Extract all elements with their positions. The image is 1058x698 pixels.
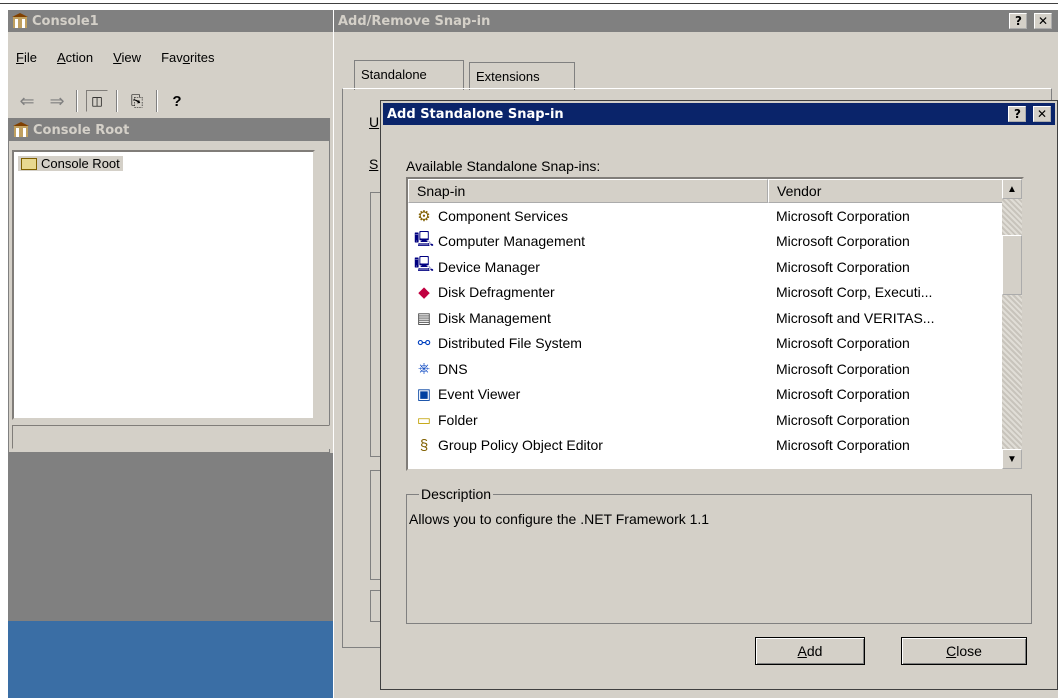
list-item[interactable]: 🖳 Device Manager Microsoft Corporation bbox=[408, 254, 1022, 280]
list-item[interactable]: ⎈ DNS Microsoft Corporation bbox=[408, 356, 1022, 382]
group-policy-icon: § bbox=[419, 436, 429, 454]
folder-icon: ▭ bbox=[416, 411, 432, 429]
snapin-name: Disk Management bbox=[438, 309, 551, 326]
list-item[interactable]: ◆ Disk Defragmenter Microsoft Corp, Execut… bbox=[408, 280, 1022, 306]
dfs-icon: ⚯ bbox=[417, 335, 431, 353]
console-status-bar bbox=[12, 425, 330, 449]
mmc-icon bbox=[12, 13, 28, 29]
console-client-area bbox=[8, 453, 338, 621]
tree-item-console-root[interactable]: Console Root bbox=[18, 156, 123, 171]
scroll-up-icon[interactable]: ▲ bbox=[1002, 179, 1022, 199]
snapin-vendor: Microsoft Corp, Executi... bbox=[776, 284, 933, 301]
list-item[interactable]: ⚯ Distributed File System Microsoft Corpor… bbox=[408, 331, 1022, 357]
list-item[interactable]: § Group Policy Object Editor Microsoft Cor… bbox=[408, 433, 1022, 459]
help-icon[interactable]: ? bbox=[166, 90, 188, 112]
menu-action[interactable]: Action bbox=[57, 50, 93, 65]
snapin-name: Computer Management bbox=[438, 233, 586, 250]
list-item[interactable]: ▤ Disk Management Microsoft and VERITAS... bbox=[408, 305, 1022, 331]
toolbar-separator bbox=[156, 90, 158, 112]
console-title: Console1 bbox=[32, 13, 99, 29]
snapin-vendor: Microsoft Corporation bbox=[776, 386, 910, 403]
toolbar-separator bbox=[76, 90, 78, 112]
snapin-name: Disk Defragmenter bbox=[438, 284, 555, 301]
tab-extensions[interactable]: Extensions bbox=[469, 62, 575, 90]
snapin-name: Folder bbox=[438, 411, 478, 428]
device-manager-icon: 🖳 bbox=[414, 256, 435, 274]
menu-favorites[interactable]: Favorites bbox=[161, 50, 214, 65]
console-title-bar[interactable]: Console1 bbox=[8, 10, 338, 32]
description-text: Allows you to configure the .NET Framewo… bbox=[409, 511, 710, 527]
console-root-title-bar[interactable]: Console Root bbox=[9, 119, 329, 141]
available-label: Available Standalone Snap-ins: bbox=[406, 158, 601, 174]
close-button[interactable]: ✕ bbox=[1033, 106, 1051, 122]
description-label: Description bbox=[419, 486, 494, 502]
snapin-vendor: Microsoft Corporation bbox=[776, 207, 910, 224]
console-root-title: Console Root bbox=[33, 122, 130, 138]
add-standalone-snapin-dialog: Add Standalone Snap-in ? ✕ Available Sta… bbox=[380, 100, 1058, 690]
tree-item-label: Console Root bbox=[41, 156, 120, 171]
snapin-name: Device Manager bbox=[438, 258, 540, 275]
snapin-name: Component Services bbox=[438, 207, 568, 224]
list-item[interactable]: 🖳 Computer Management Microsoft Corporatio… bbox=[408, 229, 1022, 255]
snapin-name: Event Viewer bbox=[438, 386, 521, 403]
dns-icon: ⎈ bbox=[417, 360, 430, 378]
mmc-icon bbox=[13, 122, 29, 138]
list-rows: ⚙ Component Services Microsoft Corporation… bbox=[408, 203, 1022, 458]
close-button[interactable]: ✕ bbox=[1034, 13, 1052, 29]
add-remove-title-bar[interactable]: Add/Remove Snap-in ? ✕ bbox=[334, 10, 1058, 32]
disk-management-icon: ▤ bbox=[416, 309, 432, 327]
list-item[interactable]: ▭ Folder Microsoft Corporation bbox=[408, 407, 1022, 433]
forward-arrow-icon[interactable]: ⇒ bbox=[46, 90, 68, 112]
column-snapin[interactable]: Snap-in bbox=[408, 179, 768, 203]
snapin-vendor: Microsoft Corporation bbox=[776, 360, 910, 377]
console-toolbar: ⇐ ⇒ ◫ ⎘ ? bbox=[16, 90, 188, 112]
screen-top-border bbox=[0, 0, 1058, 4]
snapin-vendor: Microsoft Corporation bbox=[776, 411, 910, 428]
snapin-vendor: Microsoft Corporation bbox=[776, 233, 910, 250]
snapin-name: Group Policy Object Editor bbox=[438, 437, 603, 454]
event-viewer-icon: ▣ bbox=[416, 386, 432, 404]
console-menubar: File Action View Favorites bbox=[16, 50, 215, 65]
snapin-vendor: Microsoft Corporation bbox=[776, 258, 910, 275]
column-vendor[interactable]: Vendor bbox=[768, 179, 1004, 203]
list-item[interactable]: ▣ Event Viewer Microsoft Corporation bbox=[408, 382, 1022, 408]
scroll-down-icon[interactable]: ▼ bbox=[1002, 449, 1022, 469]
snapin-vendor: Microsoft and VERITAS... bbox=[776, 309, 935, 326]
vertical-scrollbar[interactable]: ▲ ▼ bbox=[1002, 179, 1022, 469]
snapin-vendor: Microsoft Corporation bbox=[776, 335, 910, 352]
component-services-icon: ⚙ bbox=[417, 207, 431, 225]
snapin-name: DNS bbox=[438, 360, 468, 377]
snapin-list[interactable]: Snap-in Vendor ⚙ Component Services Micros… bbox=[406, 177, 1024, 471]
disk-defrag-icon: ◆ bbox=[418, 284, 430, 302]
snapin-name: Distributed File System bbox=[438, 335, 582, 352]
back-arrow-icon[interactable]: ⇐ bbox=[16, 90, 38, 112]
add-remove-title: Add/Remove Snap-in bbox=[338, 13, 491, 29]
snapin-vendor: Microsoft Corporation bbox=[776, 437, 910, 454]
list-header: Snap-in Vendor bbox=[408, 179, 1022, 203]
tab-standalone[interactable]: Standalone bbox=[354, 60, 464, 90]
export-list-icon[interactable]: ⎘ bbox=[126, 90, 148, 112]
list-item[interactable]: ⚙ Component Services Microsoft Corporation bbox=[408, 203, 1022, 229]
add-standalone-title: Add Standalone Snap-in bbox=[387, 106, 564, 122]
menu-file[interactable]: File bbox=[16, 50, 37, 65]
computer-icon: 🖳 bbox=[414, 230, 435, 248]
help-button[interactable]: ? bbox=[1008, 106, 1027, 122]
show-hide-tree-icon[interactable]: ◫ bbox=[86, 90, 108, 112]
close-dialog-button[interactable]: Close bbox=[901, 637, 1027, 665]
desktop-background bbox=[8, 621, 338, 698]
console-tree[interactable]: Console Root bbox=[12, 150, 315, 420]
help-button[interactable]: ? bbox=[1009, 13, 1028, 29]
menu-view[interactable]: View bbox=[113, 50, 141, 65]
folder-icon bbox=[21, 157, 37, 170]
add-standalone-title-bar[interactable]: Add Standalone Snap-in ? ✕ bbox=[383, 103, 1055, 125]
scroll-thumb[interactable] bbox=[1002, 235, 1022, 295]
add-button[interactable]: Add bbox=[755, 637, 865, 665]
toolbar-separator bbox=[116, 90, 118, 112]
description-group: Description Allows you to configure the … bbox=[406, 486, 1032, 624]
